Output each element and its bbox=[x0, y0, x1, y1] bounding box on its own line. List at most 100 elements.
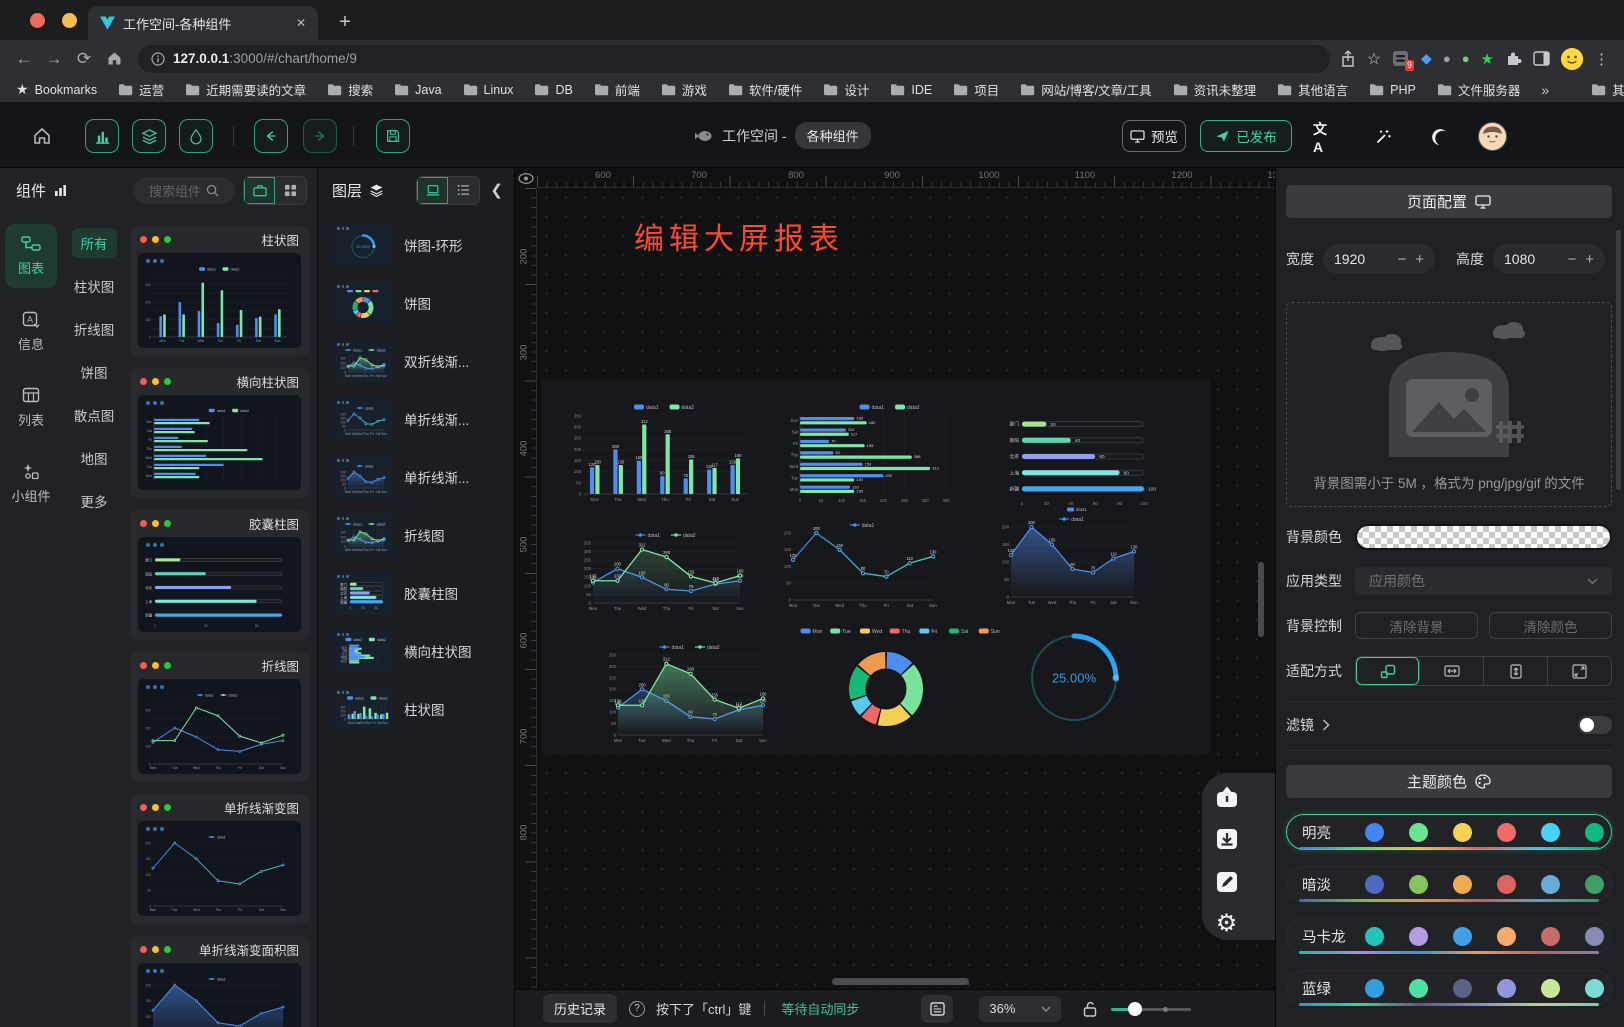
bookmark-folder[interactable]: IDE bbox=[890, 83, 932, 97]
fit-width-button[interactable] bbox=[1420, 657, 1484, 685]
preview-button[interactable]: 预览 bbox=[1122, 120, 1186, 152]
bookmark-folder[interactable]: 网站/博客/文章/工具 bbox=[1020, 80, 1151, 99]
home-icon[interactable] bbox=[100, 45, 128, 73]
extension-tampermonkey-icon[interactable]: 9 bbox=[1392, 50, 1410, 68]
reload-icon[interactable]: ⟳ bbox=[70, 45, 98, 73]
width-value[interactable]: 1920 bbox=[1334, 251, 1365, 267]
height-decrease-button[interactable]: − bbox=[1567, 251, 1576, 268]
category-item[interactable]: 饼图 bbox=[72, 357, 117, 387]
url-bar[interactable]: 127.0.0.1:3000/#/chart/home/9 bbox=[138, 45, 1330, 73]
thumbnail-view-button[interactable] bbox=[417, 177, 448, 204]
theme-color-dot[interactable] bbox=[1365, 823, 1384, 842]
settings-gear-icon[interactable]: ⚙ bbox=[1213, 910, 1240, 937]
browser-tab[interactable]: 工作空间-各种组件 ✕ bbox=[88, 6, 318, 40]
canvas-line-chart[interactable]: data1data2050100150200250300350120200150… bbox=[600, 640, 770, 745]
collapse-panel-icon[interactable]: ❮ bbox=[487, 181, 506, 199]
zoom-lock-icon[interactable] bbox=[1083, 1001, 1097, 1017]
theme-color-dot[interactable] bbox=[1497, 979, 1516, 998]
add-chart-button[interactable] bbox=[85, 119, 119, 153]
theme-color-dot[interactable] bbox=[1497, 927, 1516, 946]
bookmark-folder[interactable]: 文件服务器 bbox=[1437, 80, 1521, 99]
theme-row[interactable]: 马卡龙 bbox=[1286, 918, 1612, 954]
layer-item[interactable]: data1data20100200300MonTueWedThuFriSatSu… bbox=[332, 340, 514, 382]
theme-color-dot[interactable] bbox=[1541, 823, 1560, 842]
theme-row[interactable]: 蓝绿 bbox=[1286, 970, 1612, 1006]
category-item[interactable]: 所有 bbox=[72, 228, 117, 258]
toolbox-view-button[interactable] bbox=[244, 177, 275, 204]
extension-circle-icon[interactable]: ● bbox=[1443, 51, 1451, 66]
theme-color-dot[interactable] bbox=[1409, 875, 1428, 894]
app-home-icon[interactable] bbox=[30, 124, 54, 148]
zoom-slider[interactable] bbox=[1111, 1002, 1191, 1016]
background-color-swatch[interactable] bbox=[1355, 524, 1612, 550]
zoom-select[interactable]: 36% bbox=[979, 996, 1061, 1022]
minimize-window-button[interactable] bbox=[62, 13, 77, 28]
export-button[interactable] bbox=[1213, 783, 1240, 810]
theme-color-dot[interactable] bbox=[1453, 875, 1472, 894]
bookmark-folder[interactable]: Java bbox=[394, 83, 441, 97]
browser-profile-avatar[interactable] bbox=[1561, 48, 1583, 70]
chevron-right-icon[interactable] bbox=[1322, 719, 1330, 731]
layer-item[interactable]: data1050100150200MonTueWedThuFriSatSun 单… bbox=[332, 398, 514, 440]
theme-color-dot[interactable] bbox=[1365, 927, 1384, 946]
theme-row[interactable]: 明亮 bbox=[1286, 814, 1612, 850]
bookmark-folder[interactable]: 资讯未整理 bbox=[1173, 80, 1257, 99]
tab-list[interactable]: 列表 bbox=[5, 376, 57, 440]
history-button[interactable]: 历史记录 bbox=[543, 994, 617, 1023]
big-screen-title[interactable]: 编辑大屏报表 bbox=[634, 214, 844, 258]
height-increase-button[interactable]: + bbox=[1585, 251, 1594, 268]
canvas-gradient-area-chart[interactable]: data10501001502001202001508070110130MonT… bbox=[993, 512, 1141, 607]
category-item[interactable]: 更多 bbox=[72, 486, 117, 516]
search-input[interactable]: 搜索组件 bbox=[133, 177, 235, 204]
theme-color-dot[interactable] bbox=[1585, 979, 1604, 998]
category-item[interactable]: 柱状图 bbox=[65, 271, 124, 301]
component-card[interactable]: 横向柱状图 data1data2SunSatFriThuWedTueMon bbox=[130, 368, 309, 498]
close-window-button[interactable] bbox=[30, 13, 45, 28]
height-value[interactable]: 1080 bbox=[1504, 251, 1535, 267]
extensions-puzzle-icon[interactable] bbox=[1505, 50, 1522, 67]
other-bookmarks-folder[interactable]: 其他书签 bbox=[1591, 80, 1624, 99]
canvas-progress-ring[interactable]: 25.00% bbox=[1029, 633, 1119, 723]
clear-background-button[interactable]: 清除背景 bbox=[1355, 612, 1478, 639]
back-icon[interactable]: ← bbox=[10, 45, 38, 73]
bookmark-folder[interactable]: 近期需要读的文章 bbox=[185, 80, 306, 99]
theme-color-dot[interactable] bbox=[1409, 823, 1428, 842]
theme-row[interactable]: 暗淡 bbox=[1286, 866, 1612, 902]
browser-menu-icon[interactable]: ⋮ bbox=[1594, 50, 1610, 68]
layer-item[interactable]: data1data2SunSatFriThuWedTueMon 横向柱状图 bbox=[332, 630, 514, 672]
theme-color-dot[interactable] bbox=[1497, 823, 1516, 842]
site-info-icon[interactable] bbox=[151, 52, 165, 66]
bookmark-folder[interactable]: 游戏 bbox=[661, 80, 707, 99]
canvas-vertical-scrollbar[interactable] bbox=[1258, 562, 1264, 637]
tab-close-icon[interactable]: ✕ bbox=[296, 16, 306, 30]
theme-color-dot[interactable] bbox=[1541, 979, 1560, 998]
category-item[interactable]: 地图 bbox=[72, 443, 117, 473]
publish-button[interactable]: 已发布 bbox=[1200, 120, 1292, 152]
bookmark-folder[interactable]: DB bbox=[534, 83, 572, 97]
user-avatar[interactable] bbox=[1478, 122, 1507, 151]
apply-type-select[interactable]: 应用颜色 bbox=[1355, 567, 1612, 595]
canvas-pie-chart[interactable]: MonTueWedThuFriSatSun bbox=[800, 622, 1000, 732]
settings-panel-scrollbar[interactable] bbox=[1616, 230, 1621, 490]
component-card[interactable]: 单折线渐变面积图 data1050100150200MonTueWedThuFr… bbox=[130, 936, 309, 1027]
bookmark-folder[interactable]: 项目 bbox=[953, 80, 999, 99]
filter-toggle[interactable] bbox=[1578, 716, 1612, 734]
bookmarks-overflow-chevron[interactable]: » bbox=[1541, 82, 1549, 98]
fit-height-button[interactable] bbox=[1484, 657, 1548, 685]
edit-button[interactable] bbox=[1213, 868, 1240, 895]
save-button[interactable] bbox=[376, 119, 410, 153]
category-item[interactable]: 折线图 bbox=[65, 314, 124, 344]
component-card[interactable]: 柱状图 data1data20100200300MonTueWedThuFriS… bbox=[130, 226, 309, 356]
bookmark-folder[interactable]: Linux bbox=[463, 83, 514, 97]
list-view-button[interactable] bbox=[448, 177, 479, 204]
canvas-horizontal-bar-chart[interactable]: data1data2050100150200250300350130160Sun… bbox=[780, 400, 960, 505]
language-switch-icon[interactable]: 文A bbox=[1313, 125, 1337, 149]
theme-color-dot[interactable] bbox=[1585, 875, 1604, 894]
tab-widgets[interactable]: 小组件 bbox=[5, 452, 57, 516]
fit-stretch-button[interactable] bbox=[1548, 657, 1611, 685]
layer-item[interactable]: 饼图 bbox=[332, 282, 514, 324]
share-icon[interactable] bbox=[1340, 50, 1356, 68]
theme-color-dot[interactable] bbox=[1453, 927, 1472, 946]
component-card[interactable]: 折线图 data1data20100200300MonTueWedThuFriS… bbox=[130, 652, 309, 782]
theme-color-dot[interactable] bbox=[1365, 979, 1384, 998]
